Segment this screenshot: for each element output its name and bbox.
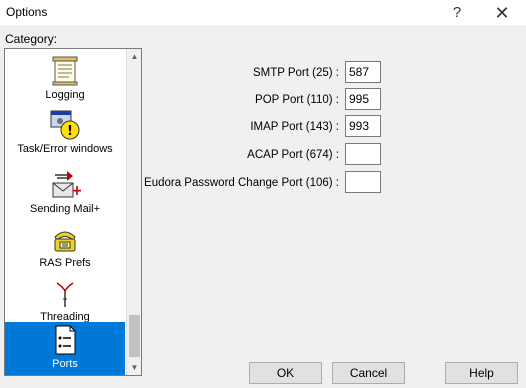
ras-prefs-icon	[54, 231, 76, 252]
svg-text:+: +	[71, 183, 81, 199]
eudora-password-port-input[interactable]	[345, 171, 381, 193]
category-scrollbar[interactable]: ▲ ▼	[126, 49, 141, 375]
category-item-label: Sending Mail+	[29, 203, 101, 215]
category-item-ras-prefs[interactable]: RAS Prefs	[5, 221, 125, 274]
scroll-down-icon[interactable]: ▼	[127, 360, 141, 375]
close-button[interactable]: ✕	[489, 2, 515, 24]
category-item-threading[interactable]: Threading	[5, 275, 125, 328]
category-item-ports[interactable]: Ports	[5, 322, 125, 375]
category-item-label: Task/Error windows	[17, 143, 113, 155]
cancel-button[interactable]: Cancel	[332, 362, 405, 384]
category-list[interactable]: Logging ! Task/Error windows + Sending M…	[4, 48, 142, 376]
pop-port-label: POP Port (110) :	[255, 94, 339, 106]
smtp-port-label: SMTP Port (25) :	[252, 67, 339, 79]
title-bar: Options ? ✕	[0, 0, 526, 27]
smtp-port-input[interactable]	[345, 61, 381, 83]
scrollbar-thumb[interactable]	[129, 315, 140, 357]
category-item-logging[interactable]: Logging	[5, 53, 125, 106]
imap-port-input[interactable]	[345, 115, 381, 137]
category-item-label: Logging	[45, 89, 85, 101]
acap-port-label: ACAP Port (674) :	[247, 149, 339, 161]
threading-icon	[56, 282, 74, 307]
eudora-password-port-label: Eudora Password Change Port (106) :	[144, 177, 339, 189]
acap-port-input[interactable]	[345, 143, 381, 165]
scroll-up-icon[interactable]: ▲	[127, 49, 141, 64]
category-item-task-error[interactable]: ! Task/Error windows	[5, 107, 125, 160]
help-button[interactable]: Help	[445, 362, 518, 384]
category-item-label: Ports	[52, 358, 78, 370]
logging-icon	[52, 56, 78, 86]
ok-button[interactable]: OK	[249, 362, 322, 384]
category-item-label: RAS Prefs	[39, 257, 91, 269]
category-label: Category:	[5, 32, 58, 46]
ports-icon	[55, 325, 76, 355]
help-title-button[interactable]: ?	[444, 2, 470, 24]
pop-port-input[interactable]	[345, 88, 381, 110]
category-item-sending-mail[interactable]: + Sending Mail+	[5, 167, 125, 220]
sending-mail-icon: +	[52, 171, 81, 199]
window-title: Options	[6, 5, 48, 19]
svg-text:!: !	[67, 124, 73, 139]
imap-port-label: IMAP Port (143) :	[250, 121, 339, 133]
task-error-icon: !	[50, 110, 80, 140]
